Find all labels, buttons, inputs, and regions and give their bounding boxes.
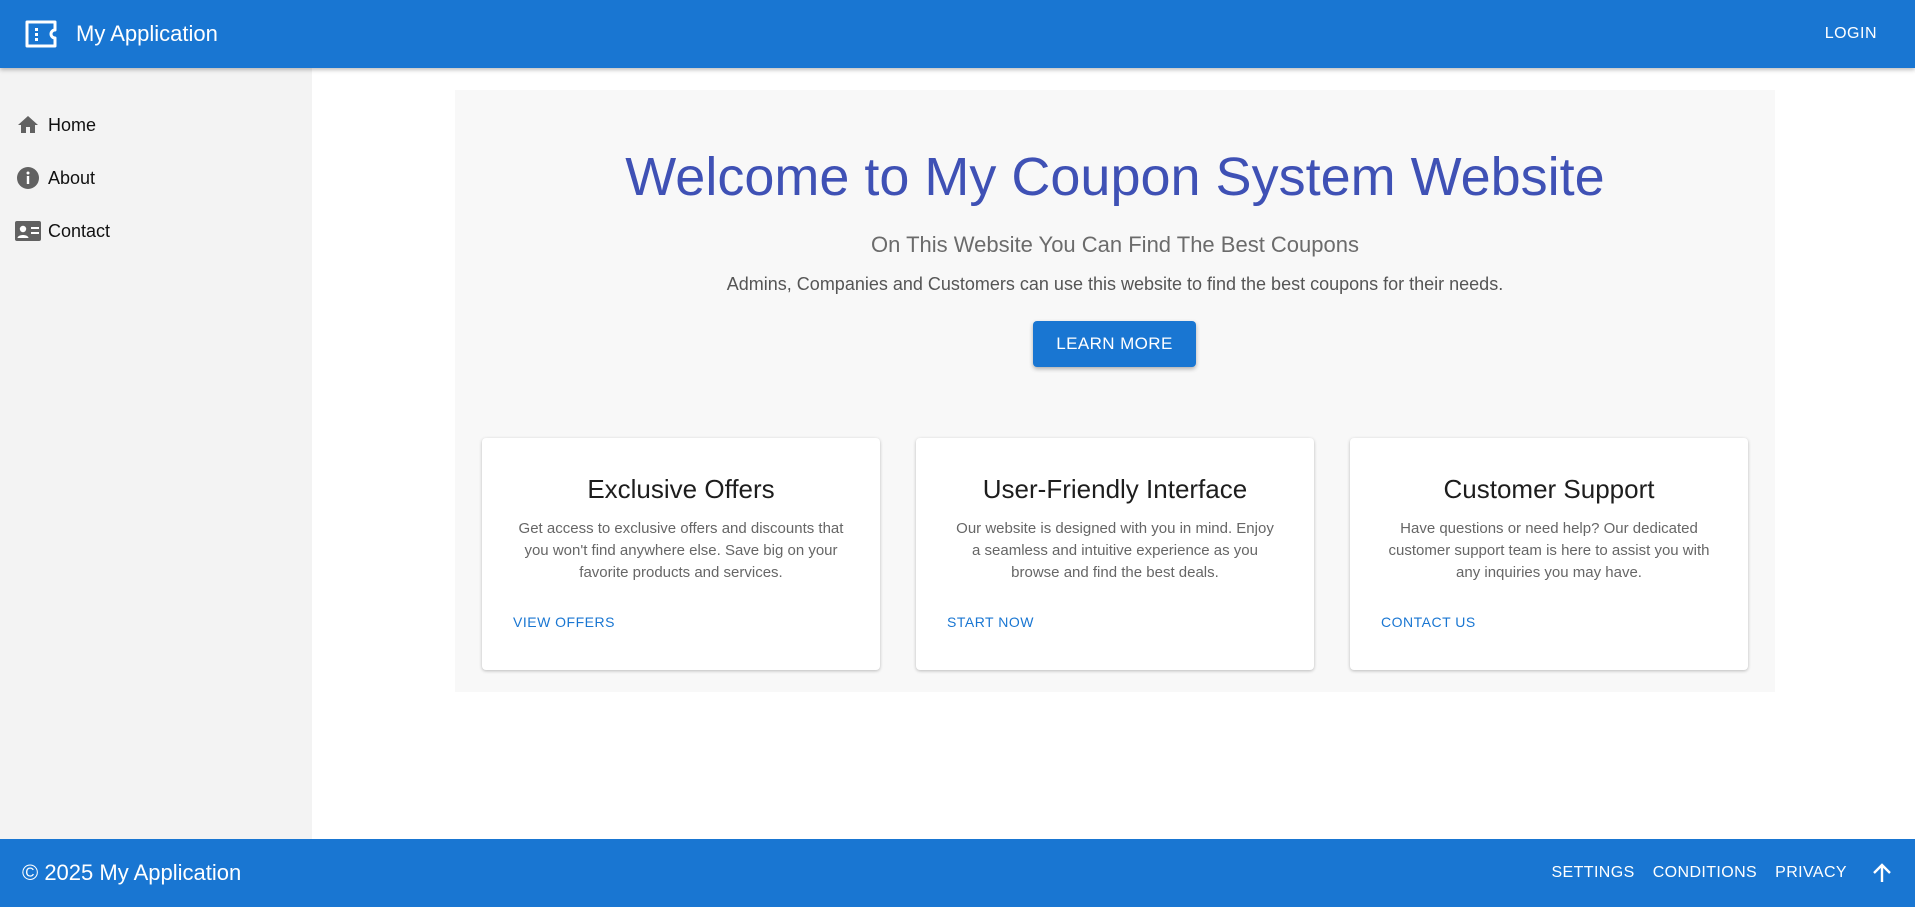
card-user-friendly-interface: User-Friendly Interface Our website is d…	[916, 438, 1314, 670]
sidebar-item-label: Contact	[48, 220, 111, 241]
sidebar-item-home[interactable]: Home	[14, 107, 294, 143]
hero-description: Admins, Companies and Customers can use …	[726, 274, 1504, 294]
learn-more-button[interactable]: LEARN MORE	[1033, 321, 1196, 367]
app-title: My Application	[76, 21, 218, 46]
info-icon	[14, 164, 42, 192]
card-text: Get access to exclusive offers and disco…	[518, 520, 844, 581]
login-button[interactable]: LOGIN	[1819, 17, 1883, 51]
card-exclusive-offers: Exclusive Offers Get access to exclusive…	[482, 438, 880, 670]
footer: © 2025 My Application SETTINGS CONDITION…	[0, 839, 1915, 907]
card-title: Exclusive Offers	[587, 474, 775, 504]
card-title: User-Friendly Interface	[982, 474, 1248, 504]
footer-copyright: © 2025 My Application	[22, 860, 242, 885]
contact-card-icon	[14, 217, 42, 245]
settings-link[interactable]: SETTINGS	[1551, 864, 1634, 882]
sidebar-item-label: About	[48, 167, 96, 188]
sidebar: Home About Contact	[0, 68, 312, 839]
privacy-link[interactable]: PRIVACY	[1775, 864, 1847, 882]
card-text: Our website is designed with you in mind…	[956, 520, 1274, 581]
card-title: Customer Support	[1443, 474, 1655, 504]
card-customer-support: Customer Support Have questions or need …	[1350, 438, 1748, 670]
sidebar-item-label: Home	[48, 114, 97, 135]
app-bar: My Application LOGIN	[0, 0, 1915, 68]
conditions-link[interactable]: CONDITIONS	[1653, 864, 1757, 882]
sidebar-item-about[interactable]: About	[14, 160, 294, 196]
main-panel: Welcome to My Coupon System Website On T…	[455, 90, 1775, 692]
arrow-up-icon[interactable]	[1869, 860, 1895, 886]
home-icon	[14, 111, 42, 139]
coupon-icon	[24, 17, 58, 51]
sidebar-item-contact[interactable]: Contact	[14, 213, 294, 249]
hero-title: Welcome to My Coupon System Website	[625, 147, 1605, 207]
card-text: Have questions or need help? Our dedicat…	[1388, 520, 1710, 581]
view-offers-button[interactable]: VIEW OFFERS	[513, 614, 615, 630]
footer-links: SETTINGS CONDITIONS PRIVACY	[1533, 860, 1895, 886]
hero-subtitle: On This Website You Can Find The Best Co…	[871, 232, 1359, 257]
start-now-button[interactable]: START NOW	[947, 614, 1034, 630]
contact-us-button[interactable]: CONTACT US	[1381, 614, 1476, 630]
